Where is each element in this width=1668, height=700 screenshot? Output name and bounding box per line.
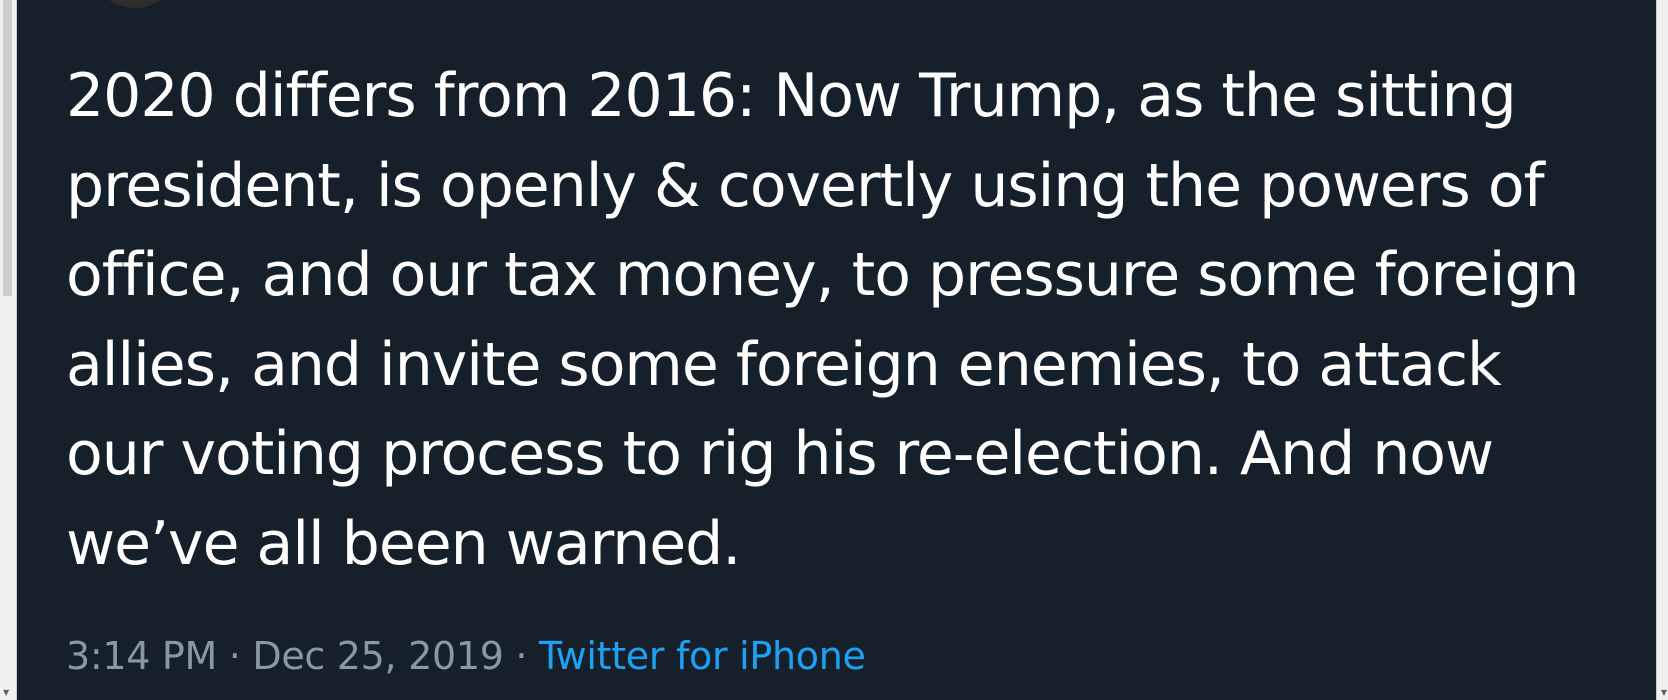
vertical-scrollbar[interactable]: ▼ [0,0,17,700]
tweet-time[interactable]: 3:14 PM [66,634,217,678]
metadata-separator: · [515,634,528,678]
tweet-date[interactable]: Dec 25, 2019 [252,634,504,678]
tweet-text: 2020 differs from 2016: Now Trump, as th… [66,61,1597,579]
right-scroll-down-arrow-icon[interactable]: ▼ [1661,689,1667,697]
tweet-metadata: 3:14 PM · Dec 25, 2019 · Twitter for iPh… [66,632,866,680]
tweet-page: ▼ 2020 differs from 2016: Now Trump, as … [0,0,1668,700]
right-scrollbar-edge[interactable]: ▼ [1656,0,1668,700]
scroll-down-arrow-icon[interactable]: ▼ [3,689,9,697]
scrollbar-thumb[interactable] [3,0,12,296]
avatar[interactable] [90,0,180,8]
tweet-source-link[interactable]: Twitter for iPhone [539,634,866,678]
metadata-separator: · [228,634,241,678]
